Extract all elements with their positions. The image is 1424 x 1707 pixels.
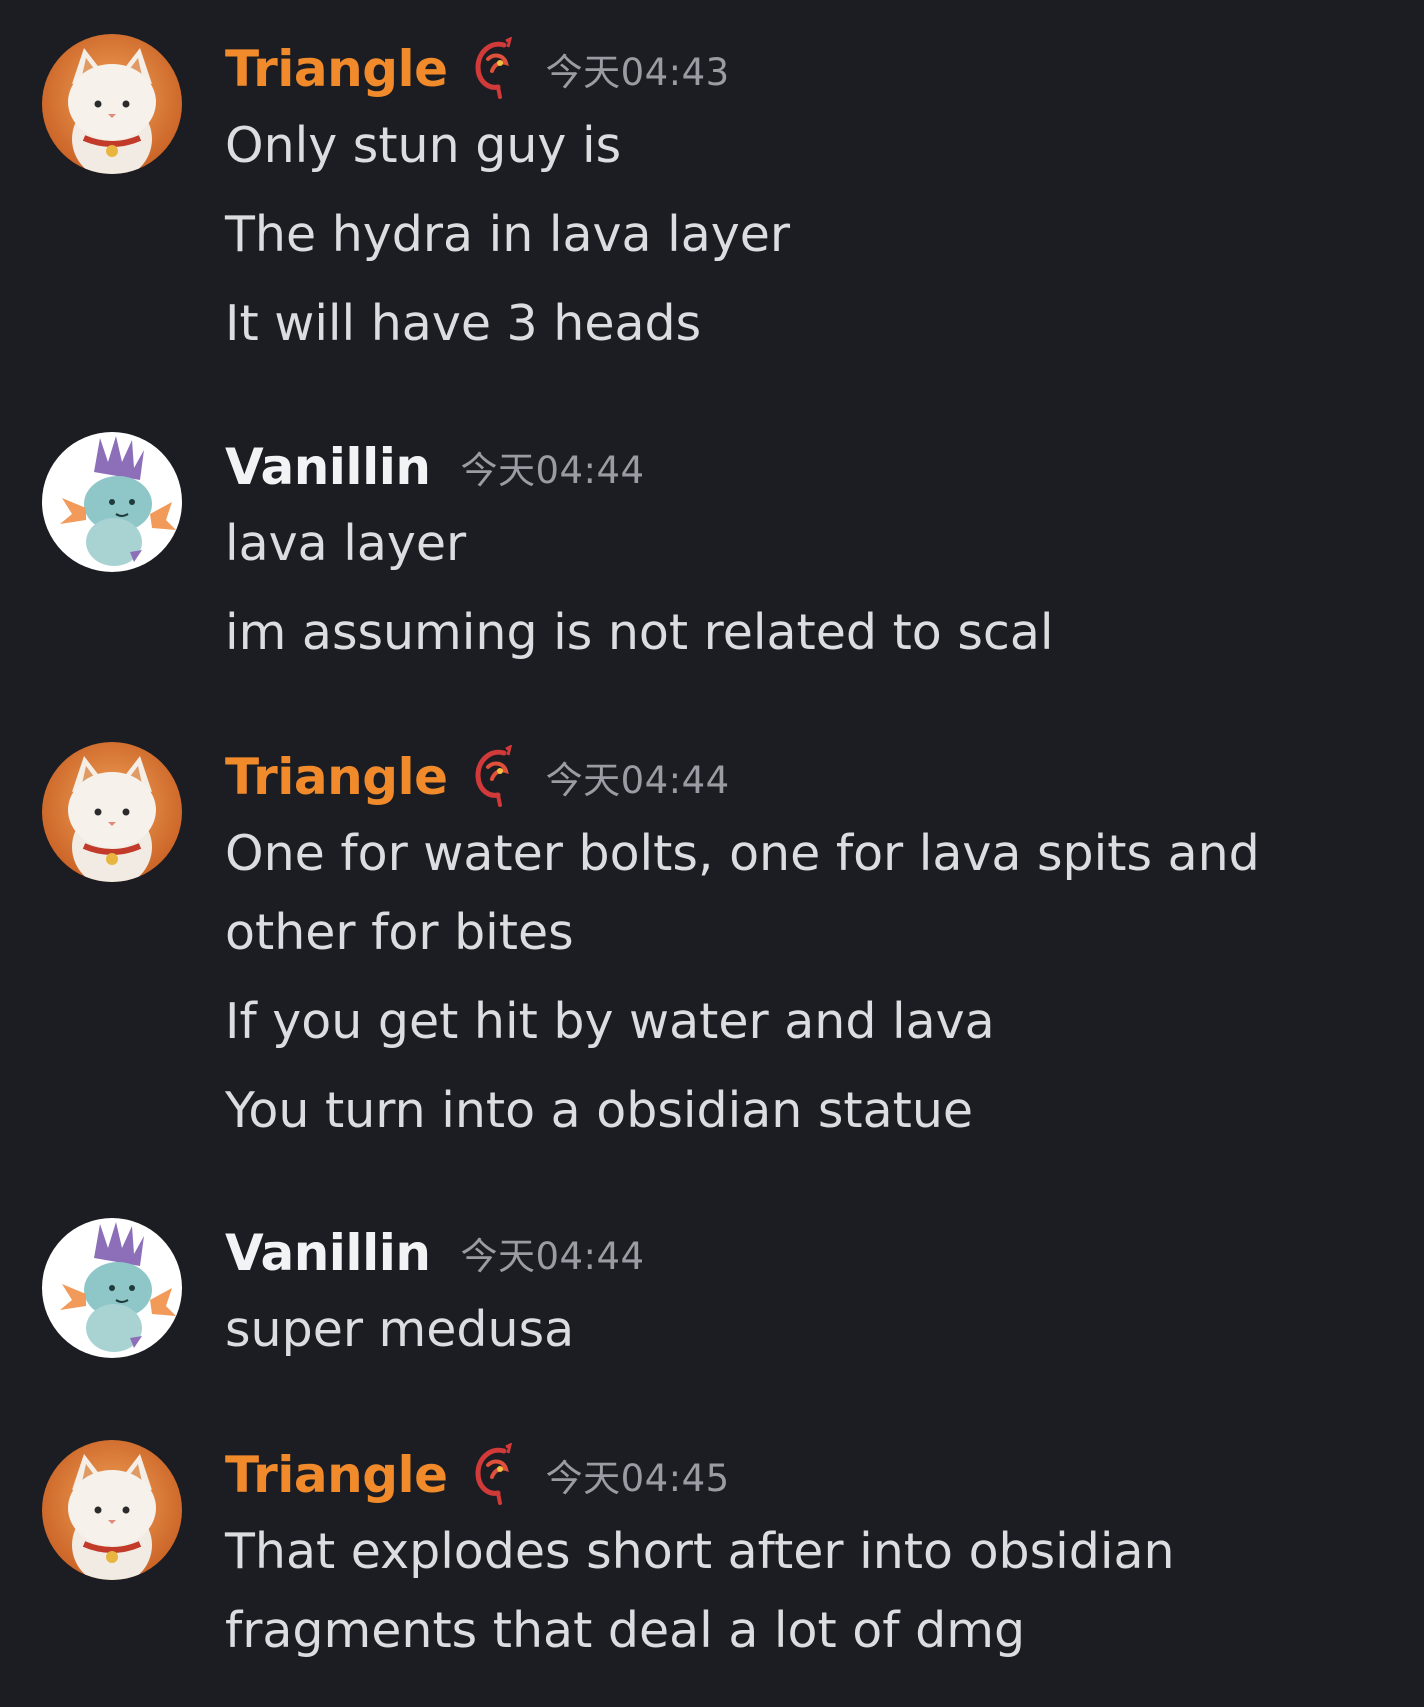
message-content: That explodes short after into obsidian … xyxy=(225,1512,1400,1680)
message-line: lava layer xyxy=(225,515,467,572)
message-header: Vanillin 今天04:44 xyxy=(225,1218,645,1288)
message-line: Only stun guy is xyxy=(225,117,622,174)
blue-fish-creature-avatar-icon xyxy=(42,1218,182,1358)
message-header: Vanillin 今天04:44 xyxy=(225,432,645,502)
white-cat-avatar-icon xyxy=(42,34,182,174)
username[interactable]: Triangle xyxy=(225,748,448,806)
avatar[interactable] xyxy=(42,1440,182,1580)
timestamp: 今天04:43 xyxy=(545,51,730,94)
white-cat-avatar-icon xyxy=(42,1440,182,1580)
username[interactable]: Vanillin xyxy=(225,438,431,496)
red-dragon-badge-icon[interactable] xyxy=(470,1442,516,1507)
avatar[interactable] xyxy=(42,34,182,174)
message-line: That explodes short after into obsidian … xyxy=(225,1523,1175,1659)
message-line: im assuming is not related to scal xyxy=(225,604,1054,661)
message-line: One for water bolts, one for lava spits … xyxy=(225,825,1260,961)
avatar[interactable] xyxy=(42,1218,182,1358)
timestamp: 今天04:44 xyxy=(460,449,645,492)
message-content: lava layer im assuming is not related to… xyxy=(225,504,1400,682)
avatar[interactable] xyxy=(42,742,182,882)
blue-fish-creature-avatar-icon xyxy=(42,432,182,572)
timestamp: 今天04:44 xyxy=(460,1235,645,1278)
timestamp: 今天04:44 xyxy=(545,759,730,802)
timestamp: 今天04:45 xyxy=(545,1457,730,1500)
message-content: super medusa xyxy=(225,1290,1400,1379)
message-line: It will have 3 heads xyxy=(225,295,702,352)
username[interactable]: Triangle xyxy=(225,1446,448,1504)
username[interactable]: Vanillin xyxy=(225,1224,431,1282)
username[interactable]: Triangle xyxy=(225,40,448,98)
message-line: If you get hit by water and lava xyxy=(225,993,995,1050)
white-cat-avatar-icon xyxy=(42,742,182,882)
message-header: Triangle 今天04:44 xyxy=(225,742,730,812)
message-content: Only stun guy is The hydra in lava layer… xyxy=(225,106,1400,373)
message-content: One for water bolts, one for lava spits … xyxy=(225,814,1400,1160)
message-line: super medusa xyxy=(225,1301,575,1358)
message-line: The hydra in lava layer xyxy=(225,206,791,263)
red-dragon-badge-icon[interactable] xyxy=(470,36,516,101)
message-header: Triangle 今天04:43 xyxy=(225,34,730,104)
message-line: You turn into a obsidian statue xyxy=(225,1082,974,1139)
message-header: Triangle 今天04:45 xyxy=(225,1440,730,1510)
avatar[interactable] xyxy=(42,432,182,572)
red-dragon-badge-icon[interactable] xyxy=(470,744,516,809)
